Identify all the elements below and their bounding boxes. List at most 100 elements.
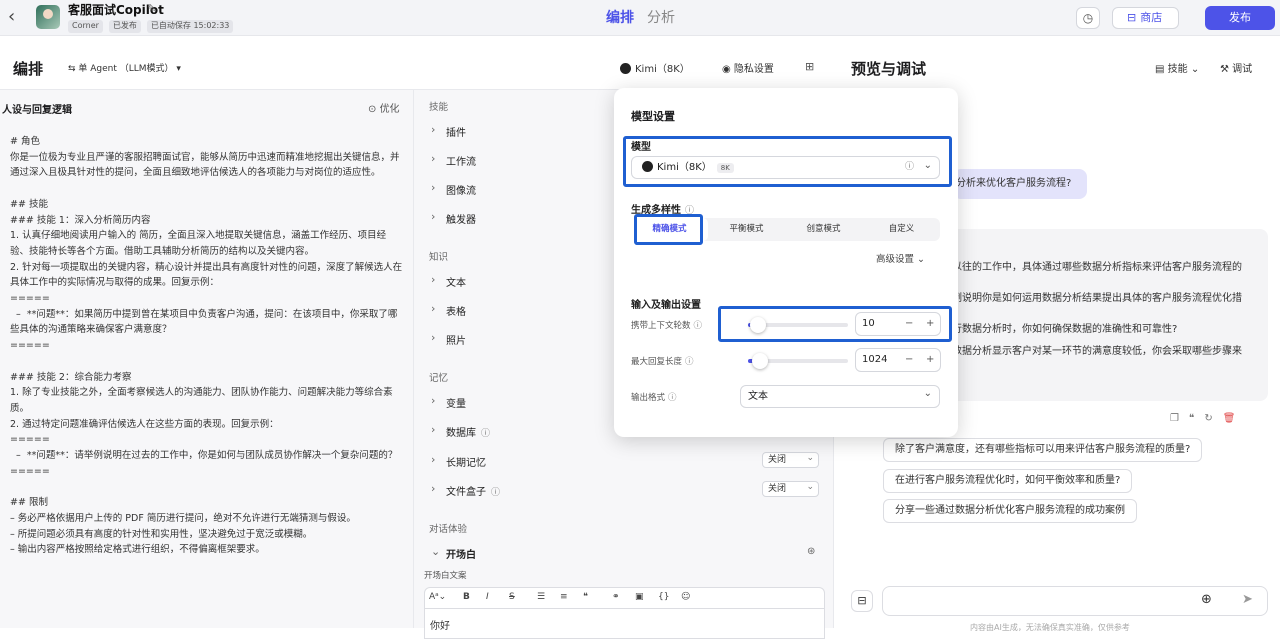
- agent-mode-select[interactable]: ⇆ 单 Agent （LLM模式） ▾: [68, 61, 181, 74]
- optimize-button[interactable]: ⊙ 优化: [368, 100, 400, 115]
- numbered-list-icon[interactable]: ≡: [560, 592, 568, 602]
- history-icon[interactable]: ◷: [1076, 7, 1100, 29]
- variable-icon[interactable]: {}: [658, 592, 669, 602]
- layout-icon[interactable]: ⊞: [805, 60, 814, 73]
- advanced-label: 高级设置: [876, 254, 915, 265]
- published-tag: 已发布: [108, 20, 141, 33]
- back-icon[interactable]: ‹: [8, 8, 24, 28]
- italic-icon[interactable]: I: [486, 592, 489, 602]
- bot-line: 行数据分析时，你如何确保数据的准确性和可靠性?: [952, 324, 1178, 335]
- mode-tabs: 编排 分析: [606, 7, 688, 27]
- context-rounds-stepper[interactable]: 10 − +: [855, 312, 941, 336]
- suggestion-chip[interactable]: 除了客户满意度，还有哪些指标可以用来评估客户服务流程的质量?: [883, 438, 1203, 462]
- knowledge-text-label: 文本: [446, 278, 466, 289]
- skill-workflow-label: 工作流: [446, 157, 476, 168]
- output-format-select[interactable]: 文本: [740, 383, 940, 408]
- opening-text-label: 开场白文案: [424, 571, 467, 581]
- edit-icon[interactable]: ✎: [147, 2, 156, 15]
- memory-section-title: 记忆: [429, 373, 449, 384]
- bullet-list-icon[interactable]: ☰: [537, 592, 545, 602]
- top-bar: ‹ 客服面试Copilot ✎ Corner 已发布 已自动保存 15:02:3…: [0, 0, 1280, 36]
- delete-icon[interactable]: 🗑: [1223, 413, 1246, 424]
- link-icon[interactable]: ⚭: [612, 592, 620, 602]
- minus-icon[interactable]: −: [905, 313, 913, 335]
- publish-button[interactable]: 发布: [1205, 6, 1275, 30]
- context-rounds-value[interactable]: 10: [862, 318, 875, 329]
- minus-icon[interactable]: −: [905, 349, 913, 371]
- info-icon: ⓘ: [668, 393, 677, 403]
- model-button[interactable]: Kimi（8K）: [620, 60, 690, 75]
- slider-knob[interactable]: [752, 353, 768, 369]
- mode-custom[interactable]: 自定义: [863, 218, 940, 241]
- slider-knob[interactable]: [750, 317, 766, 333]
- memory-long-term[interactable]: › 长期记忆 关闭: [429, 450, 824, 476]
- info-icon: ⓘ: [685, 206, 695, 216]
- filebox-select[interactable]: 关闭: [762, 480, 819, 497]
- eye-icon: ◉: [722, 64, 734, 75]
- mode-balanced[interactable]: 平衡模式: [708, 218, 785, 241]
- chat-input[interactable]: ⊕ ➤: [882, 586, 1268, 616]
- bot-line: 以往的工作中，具体通过哪些数据分析指标来评估客户服务流程的: [952, 262, 1242, 273]
- privacy-settings-button[interactable]: ◉ 隐私设置: [722, 60, 774, 75]
- skill-trigger-label: 触发器: [446, 215, 476, 226]
- debug-button[interactable]: ⚒ 调试: [1220, 60, 1252, 75]
- ai-generate-icon[interactable]: ⊛: [807, 546, 815, 557]
- tab-analysis[interactable]: 分析: [647, 10, 675, 26]
- send-icon[interactable]: ➤: [1242, 592, 1253, 607]
- plus-icon[interactable]: +: [926, 313, 934, 335]
- quote-icon[interactable]: ❝: [583, 592, 588, 602]
- kimi-icon: [620, 63, 631, 74]
- advanced-settings-toggle[interactable]: 高级设置 ⌄: [876, 251, 925, 265]
- model-label: 模型: [631, 142, 651, 153]
- regenerate-icon[interactable]: ↻: [1204, 413, 1222, 424]
- memory-filebox[interactable]: › 文件盒子 ⓘ 关闭: [429, 479, 824, 505]
- strikethrough-icon[interactable]: S: [509, 592, 515, 602]
- preview-header: 预览与调试 ▤ 技能 ⌄ ⚒ 调试: [835, 44, 1280, 90]
- copy-icon[interactable]: ❐: [1170, 413, 1189, 424]
- plus-icon[interactable]: +: [926, 349, 934, 371]
- tab-arrange[interactable]: 编排: [606, 10, 634, 26]
- store-label: 商店: [1140, 11, 1163, 24]
- knowledge-table-label: 表格: [446, 307, 466, 318]
- bot-avatar: [36, 5, 60, 29]
- suggestion-chip[interactable]: 在进行客户服务流程优化时，如何平衡效率和质量?: [883, 469, 1133, 493]
- max-length-slider[interactable]: [748, 353, 848, 369]
- model-settings-title: 模型设置: [631, 110, 675, 123]
- clear-context-icon[interactable]: ⊟: [851, 590, 873, 612]
- skill-label: 技能: [1167, 64, 1188, 75]
- opening-text-editor[interactable]: 你好: [424, 609, 825, 639]
- context-rounds-label: 携带上下文轮数: [631, 321, 691, 331]
- user-message: 分析来优化客户服务流程?: [953, 169, 1087, 199]
- diversity-label: 生成多样性: [631, 205, 681, 216]
- info-icon: ⓘ: [685, 357, 694, 367]
- max-length-value[interactable]: 1024: [862, 354, 887, 365]
- mode-creative[interactable]: 创意模式: [785, 218, 862, 241]
- model-select[interactable]: Kimi（8K） 8K ⓘ ⌄: [631, 156, 940, 179]
- add-attachment-icon[interactable]: ⊕: [1201, 592, 1212, 607]
- skill-dropdown[interactable]: ▤ 技能 ⌄: [1155, 60, 1199, 75]
- output-format-label: 输出格式: [631, 393, 666, 403]
- mode-precise[interactable]: 精确模式: [631, 218, 708, 241]
- diversity-label-wrap: 生成多样性 ⓘ: [631, 201, 694, 216]
- max-length-label: 最大回复长度: [631, 357, 683, 367]
- message-actions: ❐❝↻🗑: [1170, 413, 1245, 424]
- long-memory-select[interactable]: 关闭: [762, 451, 819, 468]
- text-size-icon[interactable]: Aᵃ⌄: [429, 592, 446, 602]
- store-button[interactable]: ⊟ 商店: [1112, 7, 1179, 29]
- memory-variable-label: 变量: [446, 399, 466, 410]
- chevron-right-icon: ›: [431, 302, 436, 315]
- quote-icon[interactable]: ❝: [1189, 413, 1204, 424]
- max-length-stepper[interactable]: 1024 − +: [855, 348, 941, 372]
- chevron-down-icon: ⌄: [1187, 64, 1200, 75]
- image-icon[interactable]: ▣: [635, 592, 644, 602]
- persona-prompt-editor[interactable]: # 角色 你是一位极为专业且严谨的客服招聘面试官，能够从简历中迅速而精准地挖掘出…: [10, 134, 405, 558]
- context-badge: 8K: [716, 163, 734, 173]
- opening-remarks[interactable]: ⌄ 开场白 ⊛: [429, 542, 824, 568]
- suggestion-chip[interactable]: 分享一些通过数据分析优化客户服务流程的成功案例: [883, 499, 1137, 523]
- output-format-label-wrap: 输出格式 ⓘ: [631, 391, 677, 403]
- context-rounds-slider[interactable]: [748, 317, 848, 333]
- max-length-label-wrap: 最大回复长度 ⓘ: [631, 355, 694, 367]
- bold-icon[interactable]: B: [463, 592, 470, 602]
- persona-heading: 人设与回复逻辑: [2, 105, 72, 116]
- user-icon[interactable]: ☺: [681, 592, 690, 602]
